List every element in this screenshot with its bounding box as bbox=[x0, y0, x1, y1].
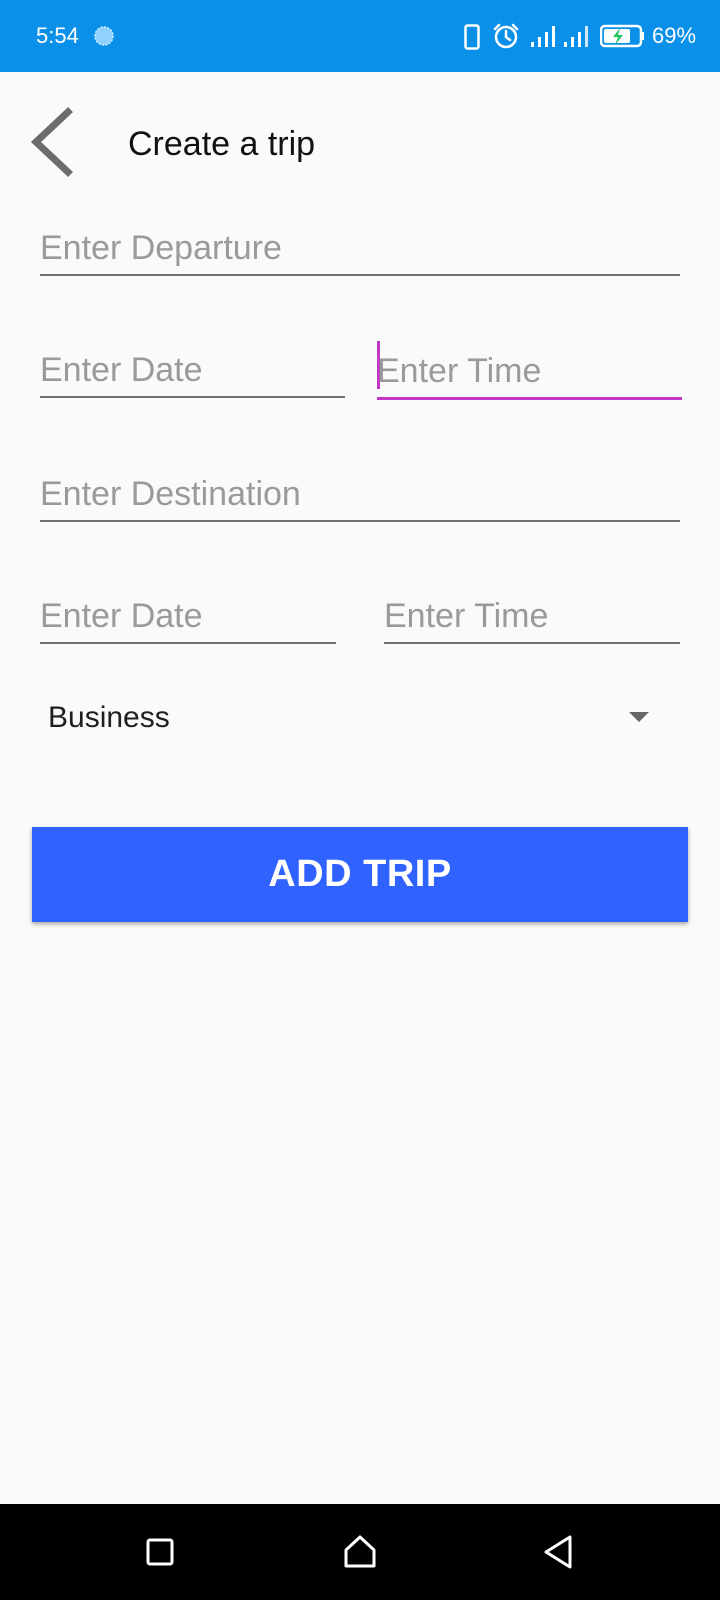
dropdown-arrow-icon bbox=[629, 712, 649, 722]
departure-date-input[interactable] bbox=[40, 348, 345, 392]
trip-type-value: Business bbox=[48, 701, 170, 734]
destination-time-field[interactable] bbox=[384, 586, 680, 644]
battery-percent: 69% bbox=[652, 23, 697, 48]
page-title: Create a trip bbox=[128, 125, 316, 163]
status-bar: 5:54 69% bbox=[0, 0, 720, 72]
home-icon[interactable] bbox=[336, 1528, 384, 1576]
trip-type-dropdown[interactable]: Business bbox=[40, 690, 670, 746]
signal-icon bbox=[564, 26, 588, 47]
navigation-bar bbox=[0, 1504, 720, 1600]
destination-date-input[interactable] bbox=[40, 594, 336, 638]
destination-input[interactable] bbox=[40, 472, 680, 516]
vibrate-icon bbox=[464, 24, 480, 50]
sync-icon bbox=[94, 26, 114, 46]
recents-icon[interactable] bbox=[136, 1528, 184, 1576]
back-button[interactable] bbox=[22, 104, 82, 180]
signal-icon bbox=[531, 26, 555, 47]
departure-field[interactable] bbox=[40, 218, 680, 276]
destination-date-field[interactable] bbox=[40, 586, 336, 644]
alarm-icon bbox=[493, 23, 519, 49]
destination-field[interactable] bbox=[40, 464, 680, 522]
add-trip-button[interactable]: ADD TRIP bbox=[32, 827, 688, 922]
battery-charging-icon bbox=[600, 24, 644, 48]
destination-time-input[interactable] bbox=[384, 594, 680, 638]
departure-input[interactable] bbox=[40, 226, 680, 270]
back-icon[interactable] bbox=[534, 1528, 582, 1576]
departure-date-field[interactable] bbox=[40, 340, 345, 398]
departure-time-field[interactable] bbox=[377, 340, 682, 400]
departure-time-input[interactable] bbox=[377, 349, 682, 393]
status-time: 5:54 bbox=[36, 23, 79, 48]
chevron-left-icon bbox=[30, 107, 73, 177]
